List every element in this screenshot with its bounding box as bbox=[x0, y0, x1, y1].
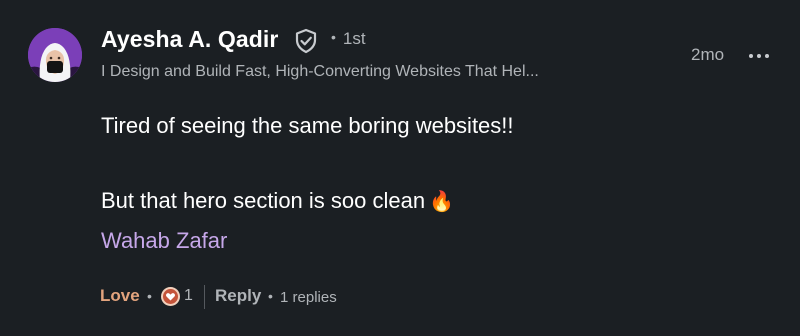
separator-dot: • bbox=[331, 29, 336, 45]
avatar[interactable] bbox=[28, 28, 82, 82]
author-name[interactable]: Ayesha A. Qadir bbox=[101, 26, 278, 53]
verified-shield-icon bbox=[294, 28, 318, 54]
comment-text: But that hero section is soo clean bbox=[101, 188, 426, 213]
comment-actions: Love • 1 Reply • 1 replies bbox=[100, 285, 500, 311]
connection-degree: • 1st bbox=[331, 29, 366, 49]
comment-card: Ayesha A. Qadir • 1st I Design and Build … bbox=[0, 0, 800, 336]
more-horizontal-icon[interactable] bbox=[748, 45, 770, 65]
timestamp: 2mo bbox=[691, 45, 725, 64]
comment-text-line-1: Tired of seeing the same boring websites… bbox=[101, 113, 514, 138]
mention-link[interactable]: Wahab Zafar bbox=[101, 228, 227, 254]
avatar-image bbox=[28, 28, 82, 82]
love-reaction-button[interactable]: Love bbox=[100, 286, 140, 306]
reaction-count[interactable]: 1 bbox=[184, 287, 193, 305]
fire-emoji: 🔥 bbox=[429, 191, 454, 213]
separator-dot: • bbox=[268, 288, 273, 304]
replies-count-link[interactable]: 1 replies bbox=[280, 289, 337, 306]
author-headline: I Design and Build Fast, High-Converting… bbox=[101, 63, 539, 80]
divider bbox=[204, 285, 205, 309]
comment-text-line-2: But that hero section is soo clean 🔥 bbox=[101, 188, 454, 214]
degree-label: 1st bbox=[342, 29, 366, 48]
reply-button[interactable]: Reply bbox=[215, 286, 261, 306]
separator-dot: • bbox=[147, 288, 152, 304]
love-heart-icon[interactable] bbox=[161, 287, 180, 306]
